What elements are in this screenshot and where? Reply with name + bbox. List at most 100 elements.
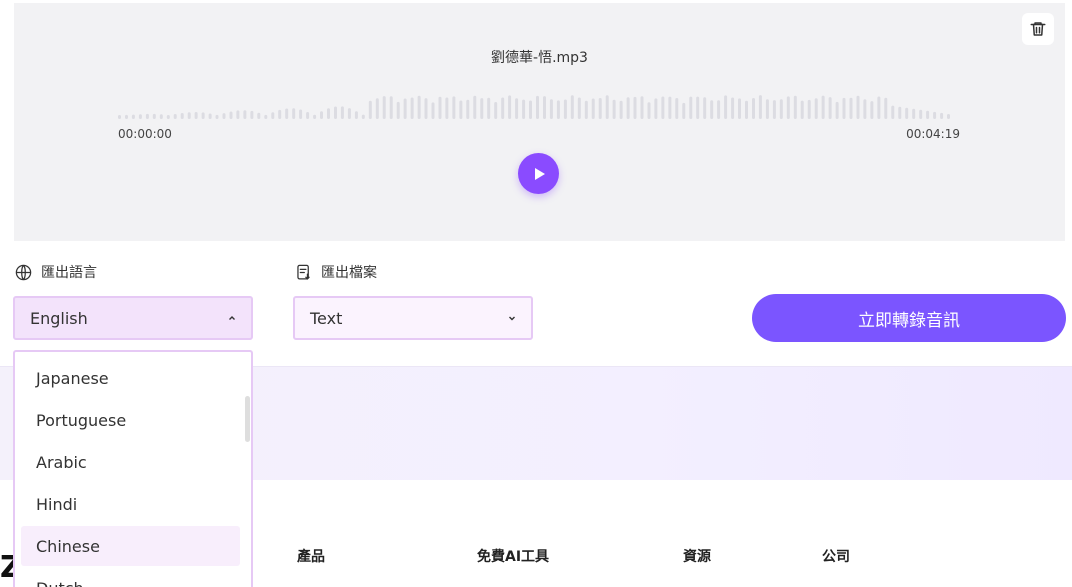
waveform-bar bbox=[236, 110, 240, 119]
waveform-bar bbox=[933, 111, 937, 119]
waveform-bar bbox=[187, 112, 191, 119]
export-file-text: 匯出檔案 bbox=[321, 265, 377, 281]
waveform-bar bbox=[821, 95, 825, 119]
waveform-bar bbox=[487, 97, 491, 119]
waveform-bar bbox=[424, 98, 428, 119]
dropdown-option-chinese[interactable]: Chinese bbox=[21, 526, 240, 566]
file-format-select-value: Text bbox=[310, 308, 343, 328]
waveform-bar bbox=[361, 114, 365, 119]
delete-button[interactable] bbox=[1022, 13, 1054, 45]
waveform-bar bbox=[543, 96, 546, 119]
waveform-bar bbox=[905, 107, 909, 119]
footer-col-company[interactable]: 公司 bbox=[822, 546, 850, 566]
waveform-bar bbox=[835, 101, 839, 119]
waveform-bar bbox=[828, 97, 832, 119]
waveform-bar bbox=[299, 109, 303, 119]
dropdown-option-japanese[interactable]: Japanese bbox=[21, 358, 240, 398]
language-dropdown-list[interactable]: Japanese Portuguese Arabic Hindi Chinese… bbox=[13, 350, 253, 587]
waveform-bar bbox=[891, 105, 895, 119]
waveform-bar bbox=[340, 106, 344, 119]
waveform-bar bbox=[431, 102, 435, 119]
dropdown-option-hindi[interactable]: Hindi bbox=[21, 484, 240, 524]
language-select[interactable]: English bbox=[13, 296, 253, 340]
waveform-bar bbox=[320, 111, 323, 119]
waveform-bar bbox=[194, 112, 198, 119]
waveform-bar bbox=[786, 96, 790, 119]
waveform-bar bbox=[640, 96, 644, 119]
waveform-bar bbox=[201, 112, 205, 119]
dropdown-scrollbar[interactable] bbox=[245, 396, 250, 442]
waveform-bar bbox=[591, 98, 595, 119]
waveform-bar bbox=[912, 108, 916, 119]
export-file-label: 匯出檔案 bbox=[294, 262, 377, 282]
waveform-bar bbox=[563, 99, 567, 119]
waveform-bar bbox=[354, 111, 358, 119]
export-language-label: 匯出語言 bbox=[14, 262, 97, 282]
file-download-icon bbox=[297, 264, 310, 280]
waveform-bar bbox=[926, 110, 930, 119]
waveform-bar bbox=[138, 114, 142, 119]
play-button[interactable] bbox=[518, 153, 559, 194]
file-format-select[interactable]: Text bbox=[293, 296, 533, 340]
waveform-bar bbox=[285, 108, 289, 119]
chevron-down-icon bbox=[509, 316, 515, 321]
waveform-bar bbox=[654, 98, 658, 119]
dropdown-option-arabic[interactable]: Arabic bbox=[21, 442, 240, 482]
waveform-bar bbox=[612, 99, 616, 119]
time-end: 00:04:19 bbox=[906, 127, 960, 141]
waveform-bar bbox=[940, 112, 944, 119]
waveform-bar bbox=[271, 112, 275, 119]
waveform-bar bbox=[661, 96, 665, 119]
waveform-bar bbox=[264, 114, 268, 119]
waveform-bar bbox=[222, 113, 226, 119]
chevron-up-icon bbox=[229, 316, 235, 320]
dropdown-option-portuguese[interactable]: Portuguese bbox=[21, 400, 240, 440]
waveform-bar bbox=[208, 113, 212, 119]
waveform-bar bbox=[459, 100, 463, 119]
waveform-bar bbox=[313, 114, 317, 119]
footer-col-resources[interactable]: 資源 bbox=[683, 546, 711, 566]
waveform-bar bbox=[508, 95, 512, 119]
waveform-bar bbox=[863, 99, 867, 119]
audio-waveform[interactable] bbox=[118, 93, 954, 119]
waveform-bar bbox=[410, 97, 414, 119]
dropdown-option-dutch[interactable]: Dutch bbox=[21, 568, 240, 587]
waveform-bar bbox=[752, 98, 755, 119]
waveform-bar bbox=[452, 96, 456, 119]
footer-col-products[interactable]: 產品 bbox=[297, 546, 325, 566]
waveform-bar bbox=[180, 113, 184, 119]
waveform-bar bbox=[619, 100, 623, 119]
trash-icon bbox=[1030, 22, 1046, 36]
waveform-bar bbox=[368, 100, 372, 119]
waveform-bar bbox=[919, 109, 923, 119]
waveform-bar bbox=[668, 96, 672, 119]
waveform-bar bbox=[556, 100, 560, 119]
waveform-bar bbox=[779, 99, 783, 119]
waveform-bar bbox=[814, 98, 818, 119]
audio-file-name: 劉德華-悟.mp3 bbox=[491, 50, 588, 66]
waveform-bar bbox=[382, 96, 386, 119]
waveform-bar bbox=[745, 100, 748, 119]
transcribe-button[interactable]: 立即轉錄音訊 bbox=[752, 294, 1066, 342]
waveform-bar bbox=[396, 101, 400, 119]
waveform-bar bbox=[884, 97, 888, 119]
waveform-bar bbox=[856, 95, 860, 119]
waveform-bar bbox=[417, 95, 421, 119]
waveform-bar bbox=[145, 113, 149, 119]
waveform-bar bbox=[125, 114, 128, 119]
waveform-bar bbox=[159, 114, 163, 119]
waveform-bar bbox=[724, 95, 728, 119]
waveform-bar bbox=[696, 96, 700, 119]
waveform-bar bbox=[529, 100, 532, 119]
waveform-bar bbox=[215, 114, 219, 119]
waveform-bar bbox=[758, 95, 762, 119]
waveform-bar bbox=[947, 114, 950, 119]
waveform-bar bbox=[494, 102, 498, 119]
waveform-bar bbox=[327, 108, 330, 119]
waveform-bar bbox=[703, 97, 707, 119]
footer-col-free-ai-tools[interactable]: 免費AI工具 bbox=[477, 546, 549, 566]
waveform-bar bbox=[375, 98, 379, 119]
waveform-bar bbox=[173, 114, 177, 119]
waveform-bar bbox=[118, 115, 121, 119]
waveform-bar bbox=[633, 96, 637, 119]
